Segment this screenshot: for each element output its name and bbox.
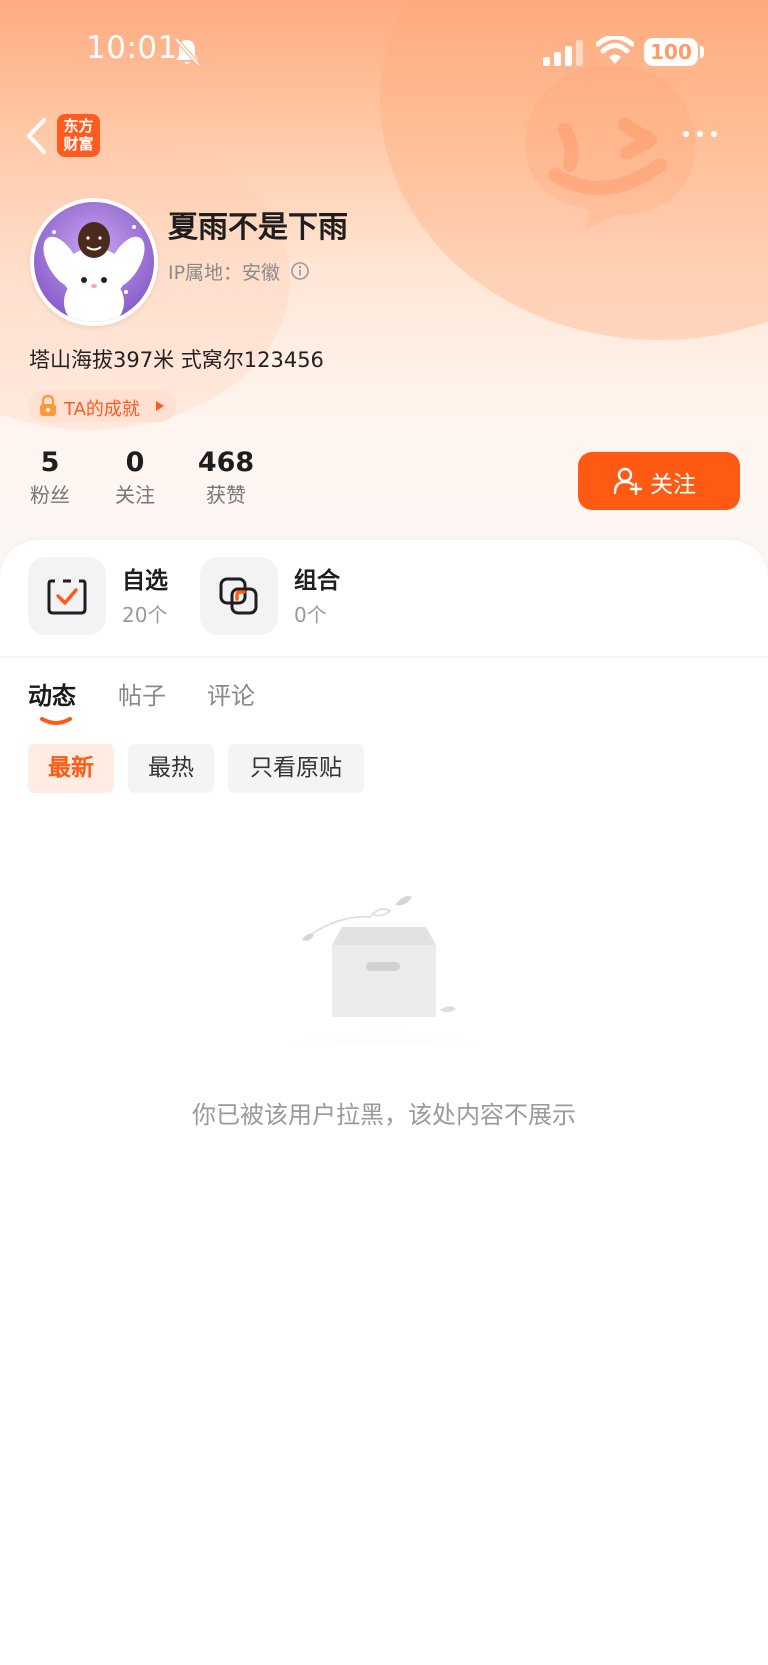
watchlist-check-icon	[47, 579, 87, 615]
battery-indicator: 100	[644, 38, 698, 66]
filter-original-only[interactable]: 只看原贴	[228, 744, 364, 793]
stat-value: 468	[197, 447, 255, 478]
logo-text-line2: 财富	[63, 135, 94, 153]
battery-tip	[700, 46, 704, 58]
filter-hottest[interactable]: 最热	[128, 744, 214, 793]
portfolio-title: 组合	[294, 568, 340, 594]
lock-icon	[40, 395, 56, 416]
filter-latest[interactable]: 最新	[28, 744, 114, 793]
stat-label: 关注	[115, 483, 155, 507]
follow-label: 关注	[650, 472, 696, 498]
app-logo[interactable]: 东方 财富	[57, 114, 100, 157]
bell-muted-icon	[174, 37, 201, 67]
empty-box-icon	[245, 896, 525, 1045]
stat-following[interactable]: 0 关注	[113, 446, 157, 510]
avatar[interactable]	[30, 198, 158, 326]
empty-state-message: 你已被该用户拉黑，该处内容不展示	[192, 1101, 576, 1129]
avatar-image	[34, 202, 154, 322]
watchlist-count: 20个	[122, 603, 168, 627]
watchlist-entry[interactable]: 自选 20个	[28, 557, 188, 635]
stat-label: 获赞	[206, 483, 246, 507]
watchlist-title: 自选	[122, 568, 168, 594]
caret-right-icon	[156, 401, 164, 411]
portfolio-entry[interactable]: 组合 0个	[200, 557, 360, 635]
tab-activity[interactable]: 动态	[28, 676, 76, 711]
mascot-watermark-icon	[525, 65, 695, 230]
stat-label: 粉丝	[30, 483, 70, 507]
user-bio: 塔山海拔397米 式窝尔123456	[29, 348, 324, 372]
status-time: 10:01	[86, 30, 178, 66]
logo-text-line1: 东方	[63, 117, 94, 135]
wifi-icon	[596, 36, 634, 64]
follow-button[interactable]: 关注	[578, 452, 740, 510]
watchlist-icon-box	[28, 557, 106, 635]
tab-comments[interactable]: 评论	[207, 676, 255, 711]
portfolio-icon-box	[200, 557, 278, 635]
more-options-icon[interactable]	[680, 128, 720, 140]
back-arrow-icon[interactable]	[24, 116, 48, 156]
info-icon[interactable]	[290, 261, 310, 281]
stat-fans[interactable]: 5 粉丝	[28, 446, 72, 510]
signal-strength-icon	[543, 40, 583, 66]
section-divider	[0, 656, 768, 658]
stat-likes[interactable]: 468 获赞	[196, 446, 256, 510]
add-user-icon	[613, 467, 643, 495]
portfolio-icon	[219, 577, 258, 615]
content-card: 自选 20个 组合 0个 动态 帖子 评论 最新 最热 只看原贴 你已被该用户拉…	[0, 540, 768, 1665]
portfolio-count: 0个	[294, 603, 327, 627]
active-tab-indicator	[40, 717, 72, 725]
username: 夏雨不是下雨	[168, 210, 348, 245]
ip-location: IP属地：安徽	[168, 262, 281, 284]
stat-value: 5	[40, 447, 60, 478]
tab-posts[interactable]: 帖子	[118, 676, 166, 711]
achievement-label: TA的成就	[64, 399, 140, 420]
achievement-badge[interactable]: TA的成就	[28, 390, 176, 422]
stat-value: 0	[125, 447, 145, 478]
